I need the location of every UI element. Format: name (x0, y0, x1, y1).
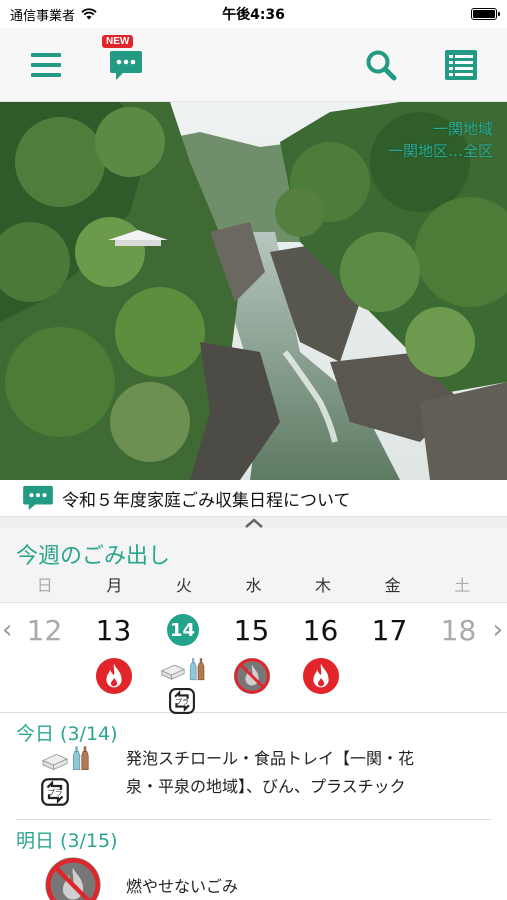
bottle-icon (72, 745, 90, 775)
day-number: 18 (440, 613, 477, 647)
bottle-icon (189, 657, 206, 685)
list-icon (445, 49, 477, 80)
week-title: 今週のごみ出し (16, 544, 171, 569)
hero-photo: 一関地域 一関地区…全区 (0, 102, 507, 480)
day-grid: 12 13 14 プラ 15 16 17 18 (10, 603, 507, 719)
hamburger-icon (31, 52, 61, 77)
toolbar-right (363, 47, 479, 83)
new-badge: NEW (102, 34, 134, 48)
battery-icon (471, 8, 500, 20)
day-cell[interactable]: 15 (217, 603, 286, 719)
day-icons (95, 657, 133, 699)
week-header: 今週のごみ出し 日 月 火 水 木 金 土 (0, 528, 507, 602)
weekday-label: 木 (315, 576, 332, 595)
today-title: 今日 (3/14) (16, 723, 118, 745)
weekday-label: 金 (384, 576, 401, 595)
today-icons: プラ (16, 745, 126, 811)
week-calendar: ‹ 12 13 14 プラ 15 16 17 18 › (0, 602, 507, 714)
day-icons (233, 657, 271, 699)
tomorrow-section: 明日 (3/15) 燃やせないごみ (0, 820, 507, 900)
weekday-label: 月 (106, 576, 123, 595)
toolbar-left: NEW (28, 34, 144, 83)
status-left: 通信事業者 (10, 5, 97, 24)
region-district: 一関地区…全区 (387, 142, 493, 160)
toolbar: NEW (0, 28, 507, 102)
today-marker: 14 (166, 614, 199, 646)
weekday-label: 日 (36, 576, 53, 595)
day-cell[interactable]: 16 (286, 603, 355, 719)
search-button[interactable] (363, 47, 399, 83)
region-label[interactable]: 一関地域 一関地区…全区 (388, 118, 493, 162)
tomorrow-title: 明日 (3/15) (16, 830, 118, 852)
status-bar: 通信事業者 午後4:36 (0, 0, 507, 28)
drawer-handle[interactable] (0, 516, 507, 528)
news-button[interactable]: NEW (102, 34, 144, 83)
today-text: 発泡スチロール・食品トレイ【一関・花 泉・平泉の地域】、びん、プラスチック (126, 745, 414, 801)
weekday-row: 日 月 火 水 木 金 土 (10, 572, 497, 602)
burnable-icon (302, 657, 340, 699)
svg-text:プラ: プラ (48, 788, 63, 797)
list-button[interactable] (443, 47, 479, 83)
next-week-chevron-icon[interactable]: › (493, 615, 503, 645)
carrier-label: 通信事業者 (10, 8, 76, 24)
styrofoam-icon (40, 750, 70, 775)
menu-button[interactable] (28, 47, 64, 83)
non-burnable-icon (233, 657, 271, 699)
chevron-up-icon (244, 517, 263, 528)
tomorrow-item[interactable]: 燃やせないごみ (16, 856, 491, 900)
tomorrow-icons (16, 856, 126, 900)
day-cell[interactable]: 14 プラ (148, 603, 217, 719)
chat-bubble-icon (23, 485, 53, 511)
plastic-recycle-icon: プラ (168, 687, 196, 719)
today-section: 今日 (3/14) プラ 発泡スチロール・食品トレイ【一関・花 泉・平泉の地域】… (0, 712, 507, 820)
day-cell[interactable]: 18 (424, 603, 493, 719)
non-burnable-icon (44, 856, 102, 900)
day-icons: プラ (159, 657, 206, 719)
day-cell[interactable]: 12 (10, 603, 79, 719)
plastic-recycle-icon: プラ (40, 777, 70, 811)
wifi-icon (81, 8, 97, 20)
day-number: 16 (302, 613, 339, 647)
svg-text:プラ: プラ (175, 698, 189, 706)
day-cell[interactable]: 13 (79, 603, 148, 719)
day-number: 12 (26, 613, 63, 647)
day-number: 13 (95, 613, 132, 647)
notice-banner[interactable]: 令和５年度家庭ごみ収集日程について (0, 480, 507, 516)
chat-bubble-icon (110, 50, 142, 80)
day-number: 15 (233, 613, 270, 647)
day-number: 17 (371, 613, 408, 647)
day-cell[interactable]: 17 (355, 603, 424, 719)
today-text-line2: 泉・平泉の地域】、びん、プラスチック (126, 777, 406, 796)
region-area: 一関地域 (432, 120, 493, 138)
tomorrow-text: 燃やせないごみ (126, 877, 239, 896)
day-number: 14 (166, 603, 199, 657)
weekday-label: 火 (175, 576, 192, 595)
day-icons (302, 657, 340, 699)
today-text-line1: 発泡スチロール・食品トレイ【一関・花 (126, 749, 415, 768)
weekday-label: 土 (454, 576, 471, 595)
weekday-label: 水 (245, 576, 262, 595)
notice-text: 令和５年度家庭ごみ収集日程について (62, 490, 351, 511)
burnable-icon (95, 657, 133, 699)
prev-week-chevron-icon[interactable]: ‹ (2, 615, 12, 645)
today-item[interactable]: プラ 発泡スチロール・食品トレイ【一関・花 泉・平泉の地域】、びん、プラスチック (16, 745, 491, 811)
styrofoam-icon (159, 661, 187, 685)
search-icon (366, 50, 397, 80)
